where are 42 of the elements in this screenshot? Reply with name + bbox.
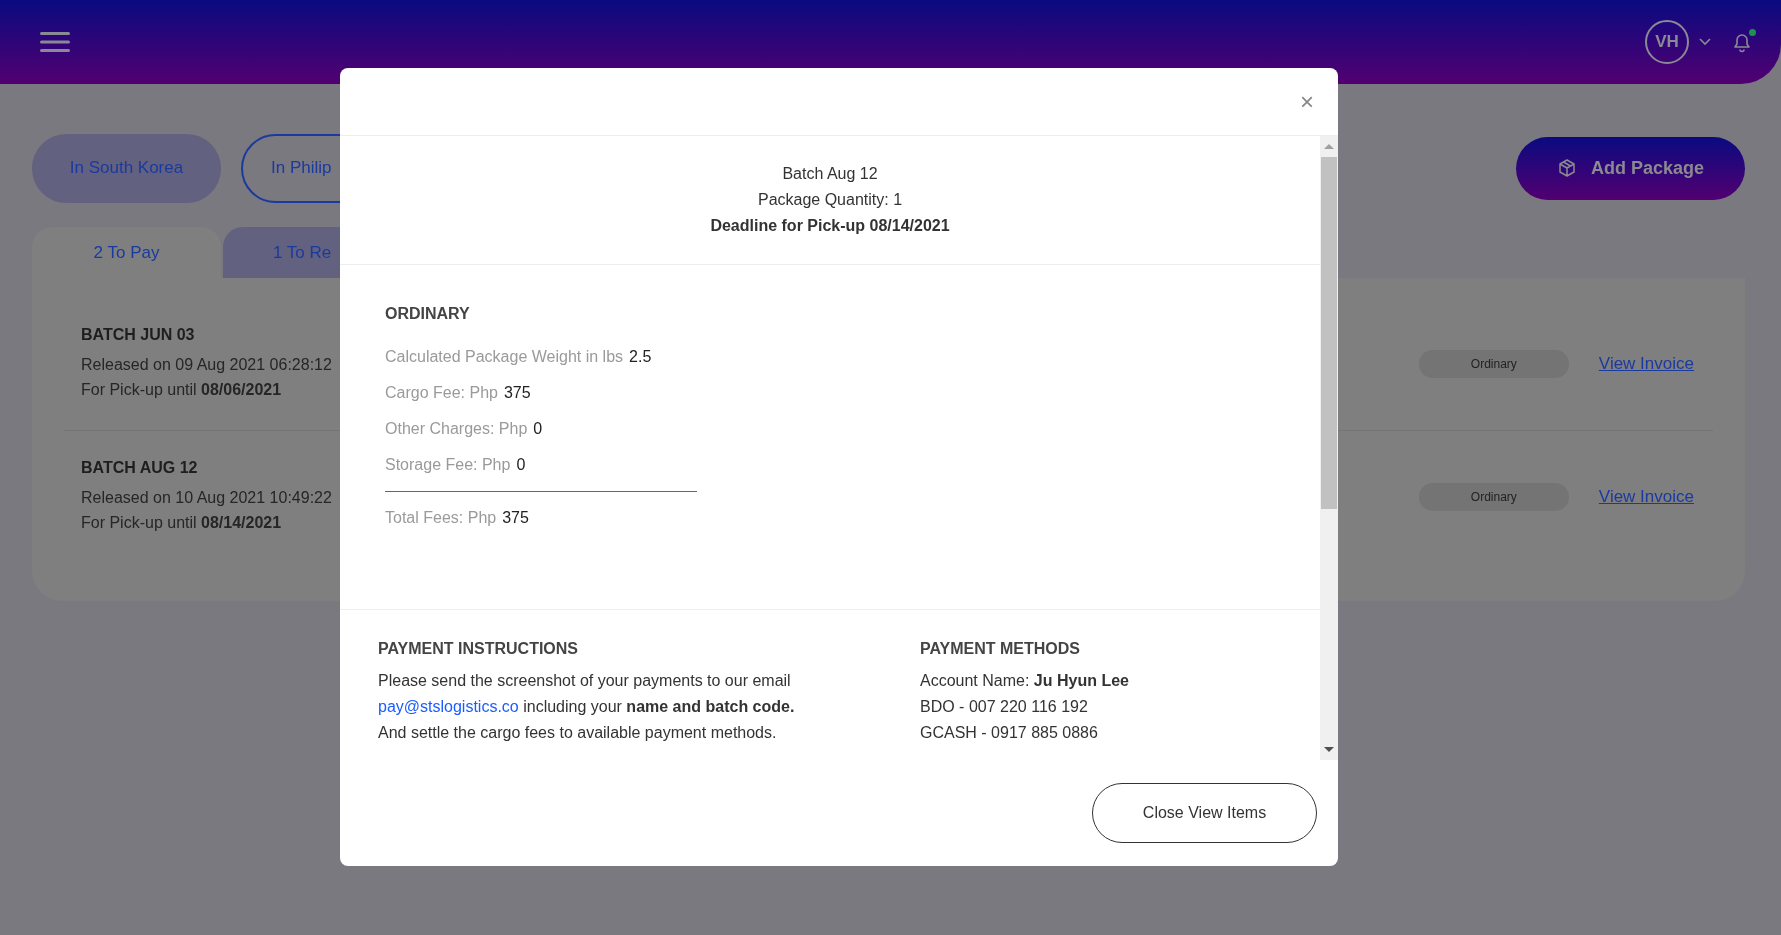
category-badge: Ordinary [1418, 350, 1569, 378]
email-link[interactable]: pay@stslogistics.co [378, 698, 519, 715]
total-value: 375 [502, 509, 529, 527]
fee-value: 0 [516, 456, 526, 474]
chevron-down-icon[interactable] [1699, 38, 1711, 46]
pickup-text: For Pick-up until 08/06/2021 [81, 380, 283, 400]
total-label: Total Fees: Php [385, 509, 497, 527]
notifications-bell-icon[interactable] [1731, 31, 1753, 53]
summary-line: Package Quantity: 1 [757, 190, 903, 210]
payment-method-text: GCASH - 0917 885 0886 [920, 723, 1099, 743]
batch-title: BATCH JUN 03 [81, 326, 196, 344]
fee-label: Cargo Fee: Php [385, 384, 498, 402]
status-tab[interactable]: 2 To Pay [32, 227, 221, 278]
released-text: Released on 10 Aug 2021 10:49:22 [81, 488, 332, 508]
pickup-text: For Pick-up until 08/14/2021 [81, 513, 283, 533]
payment-instructions-text: Please send the screenshot of your payments to our email pay@stslogistics.co including your name and batch code. And settle the cargo fees to available payment methods. [378, 671, 796, 743]
payment-method-text: Account Name: Ju Hyun Lee [920, 671, 1130, 691]
fee-label: Storage Fee: Php [385, 456, 511, 474]
menu-icon[interactable] [40, 31, 70, 53]
batch-title: BATCH AUG 12 [81, 459, 199, 477]
category-badge: Ordinary [1418, 483, 1569, 511]
section-heading: PAYMENT INSTRUCTIONS [378, 640, 579, 658]
view-invoice-link[interactable]: View Invoice [1598, 354, 1694, 374]
avatar-button[interactable]: VH [1645, 20, 1689, 64]
payment-method-text: BDO - 007 220 116 192 [920, 697, 1089, 717]
close-view-items-button[interactable]: Close View Items [1092, 783, 1317, 843]
fee-label: Other Charges: Php [385, 420, 528, 438]
fee-value: 2.5 [629, 348, 652, 366]
fee-value: 375 [503, 384, 531, 402]
view-invoice-link[interactable]: View Invoice [1598, 487, 1694, 507]
close-button[interactable]: × [1296, 87, 1318, 116]
category-heading: ORDINARY [385, 305, 471, 323]
fee-value: 0 [533, 420, 543, 438]
fee-label: Calculated Package Weight in lbs [385, 348, 624, 366]
add-package-button[interactable]: Add Package [1516, 136, 1745, 200]
package-box-icon [1556, 158, 1577, 178]
summary-line: Batch Aug 12 [782, 164, 878, 184]
summary-line: Deadline for Pick-up 08/14/2021 [710, 216, 950, 236]
section-heading: PAYMENT METHODS [920, 640, 1081, 658]
scrollbar[interactable] [1320, 136, 1338, 760]
released-text: Released on 09 Aug 2021 06:28:12 [81, 355, 332, 375]
location-tab[interactable]: In South Korea [32, 133, 221, 203]
